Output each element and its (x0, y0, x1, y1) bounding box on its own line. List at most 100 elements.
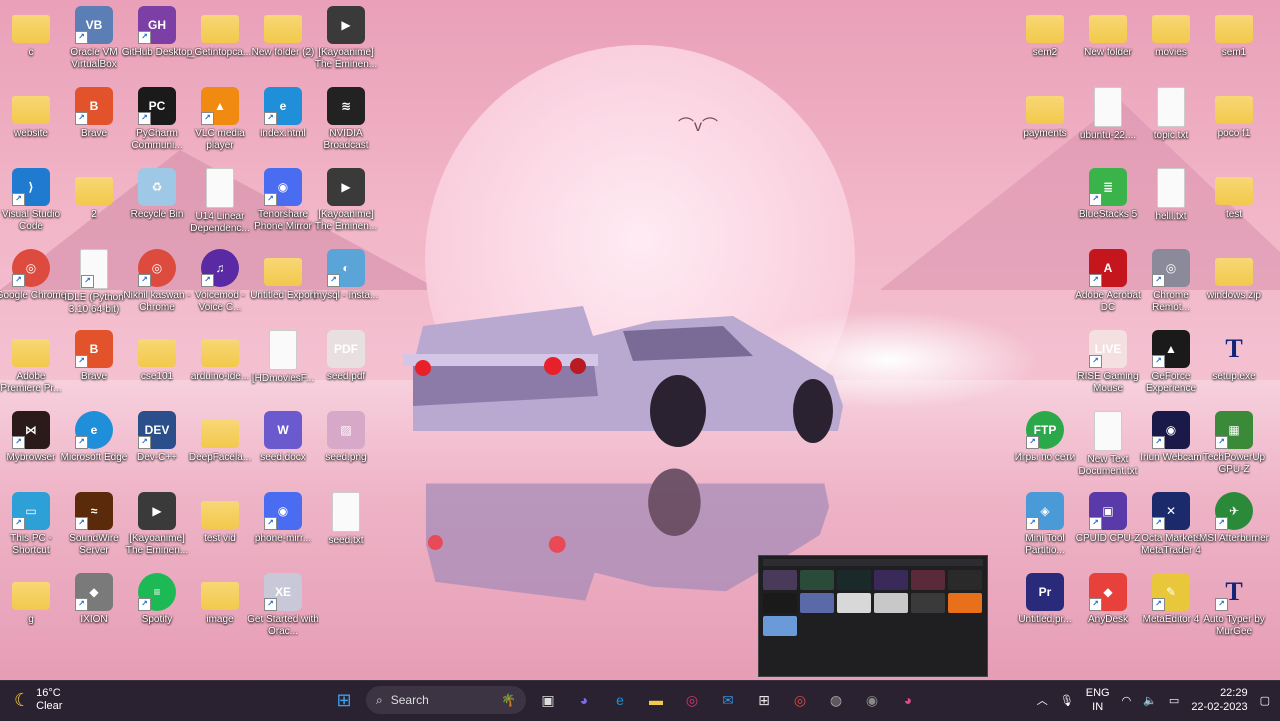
desktop-icon[interactable]: seed.txt (310, 492, 382, 547)
microphone-icon[interactable]: 🎙 (1060, 694, 1074, 707)
desktop-icon[interactable]: poco f1 (1198, 87, 1270, 140)
desktop-icon[interactable]: U14 Linear Dependenc... (184, 168, 256, 235)
desktop-icon[interactable]: ◎ ↗ Chrome Remot... (1135, 249, 1207, 314)
edge-icon[interactable]: e (606, 686, 634, 714)
desktop-icon[interactable]: ◎ ↗ Google Chrome (0, 249, 67, 302)
desktop-icon[interactable]: ▣ ↗ CPUID CPU-Z (1072, 492, 1144, 545)
desktop-icon[interactable]: helll.txt (1135, 168, 1207, 223)
desktop-icon[interactable]: B ↗ Brave (58, 87, 130, 140)
desktop-icon[interactable]: New folder (1072, 6, 1144, 59)
desktop-icon[interactable]: LIVE ↗ RISE Gaming Mouse (1072, 330, 1144, 395)
task-view-icon[interactable]: ▣ (534, 686, 562, 714)
instagram-icon[interactable]: ◎ (678, 686, 706, 714)
desktop-icon[interactable]: ubuntu-22.... (1072, 87, 1144, 142)
store-icon[interactable]: ⊞ (750, 686, 778, 714)
desktop-icon[interactable]: ✕ ↗ Octa Markets MetaTrader 4 (1135, 492, 1207, 557)
desktop-icon[interactable]: ▶ [Kayoanime] The Eminen... (310, 6, 382, 71)
battery-icon[interactable]: ▭ (1169, 694, 1179, 707)
desktop-icon[interactable]: ♻ Recycle Bin (121, 168, 193, 221)
desktop-icon[interactable]: cse101 (121, 330, 193, 383)
desktop-icon[interactable]: ✎ ↗ MetaEditor 4 (1135, 573, 1207, 626)
desktop-icon[interactable]: Adobe Premiere Pr... (0, 330, 67, 395)
file-explorer-icon[interactable]: ▬ (642, 686, 670, 714)
desktop-icon[interactable]: image (184, 573, 256, 626)
desktop-icon[interactable]: B ↗ Brave (58, 330, 130, 383)
desktop-icon[interactable]: DeepFacela... (184, 411, 256, 464)
desktop-icon[interactable]: arduino-ide... (184, 330, 256, 383)
chrome-icon[interactable]: ◎ (786, 686, 814, 714)
desktop-icon[interactable]: 2 (58, 168, 130, 221)
wifi-icon[interactable]: ◠ (1122, 694, 1132, 707)
desktop-icon[interactable]: [HDmoviesF... (247, 330, 319, 385)
desktop-icon[interactable]: New Text Document.txt (1072, 411, 1144, 478)
language-indicator[interactable]: ENG IN (1086, 686, 1110, 714)
desktop-icon[interactable]: Untitled Export (247, 249, 319, 302)
desktop-icon[interactable]: test (1198, 168, 1270, 221)
desktop-icon[interactable]: c (0, 6, 67, 59)
desktop-icon[interactable]: ▶ [Kayoanime] The Eminen... (121, 492, 193, 557)
desktop-icon[interactable]: Pr Untitled.pr... (1009, 573, 1081, 626)
desktop-icon[interactable]: New folder (2) (247, 6, 319, 59)
desktop-icon[interactable]: ◉ ↗ Iriun Webcam (1135, 411, 1207, 464)
chevron-up-icon[interactable]: ︿ (1037, 692, 1048, 708)
desktop-icon[interactable]: ◐ ↗ mysql - insta... (310, 249, 382, 302)
desktop-icon[interactable]: e ↗ index.html (247, 87, 319, 140)
desktop-icon[interactable]: _Getintopca... (184, 6, 256, 59)
desktop-icon[interactable]: test vid (184, 492, 256, 545)
desktop-icon[interactable]: ≈ ↗ SoundWire Server (58, 492, 130, 557)
desktop-icon[interactable]: GH ↗ GitHub Desktop (121, 6, 193, 59)
desktop-icon[interactable]: ♫ ↗ Voicemod - Voice C... (184, 249, 256, 314)
clock[interactable]: 22:29 22-02-2023 (1191, 686, 1247, 714)
desktop-icon[interactable]: topic.txt (1135, 87, 1207, 142)
desktop-icon[interactable]: ≣ ↗ BlueStacks 5 (1072, 168, 1144, 221)
desktop-icon[interactable]: Wseed.docx (247, 411, 319, 464)
desktop-icon[interactable]: ▲ ↗ VLC media player (184, 87, 256, 152)
desktop-icon[interactable]: Tsetup.exe (1198, 330, 1270, 383)
desktop-icon[interactable]: DEV ↗ Dev-C++ (121, 411, 193, 464)
desktop-icon[interactable]: windows.zip (1198, 249, 1270, 302)
desktop-icon[interactable]: ▨ seed.png (310, 411, 382, 464)
weather-widget[interactable]: ☾ 16°C Clear (14, 687, 62, 713)
start-button[interactable]: ⊞ (330, 686, 358, 714)
desktop-icon[interactable]: website (0, 87, 67, 140)
desktop-icon[interactable]: ▶ [Kayoanime] The Eminen... (310, 168, 382, 233)
desktop-icon[interactable]: ↗ IDLE (Python 3.10 64-bit) (58, 249, 130, 316)
desktop-icon[interactable]: ◈ ↗ Mini Tool Partitio... (1009, 492, 1081, 557)
desktop-icon[interactable]: sem1 (1198, 6, 1270, 59)
desktop-icon[interactable]: ⟩ ↗ Visual Studio Code (0, 168, 67, 233)
desktop-icon[interactable]: ⋈ ↗ Mybrowser (0, 411, 67, 464)
desktop-icon[interactable]: sem2 (1009, 6, 1081, 59)
desktop-icon[interactable]: ◆ ↗ IXION (58, 573, 130, 626)
desktop-icon[interactable]: payments (1009, 87, 1081, 140)
desktop-icon[interactable]: A ↗ Adobe Acrobat DC (1072, 249, 1144, 314)
desktop-icon[interactable]: ▲ ↗ GeForce Experience (1135, 330, 1207, 395)
folder-icon-wrap (1215, 168, 1253, 206)
taskbar-search[interactable]: ⌕ Search 🌴 (366, 686, 526, 714)
desktop-icon[interactable]: e ↗ Microsoft Edge (58, 411, 130, 464)
color-app-icon[interactable]: ◕ (894, 686, 922, 714)
desktop-icon[interactable]: PC ↗ PyCharm Communi... (121, 87, 193, 152)
desktop-icon[interactable]: ◉ ↗ Tenorshare Phone Mirror (247, 168, 319, 233)
desktop-icon[interactable]: ◆ ↗ AnyDesk (1072, 573, 1144, 626)
disk-icon[interactable]: ◍ (822, 686, 850, 714)
desktop-icon[interactable]: g (0, 573, 67, 626)
obs-icon[interactable]: ◉ (858, 686, 886, 714)
desktop-icon[interactable]: movies (1135, 6, 1207, 59)
desktop-icon[interactable]: XE ↗ Get Started with Orac... (247, 573, 319, 638)
desktop-icon[interactable]: PDF seed.pdf (310, 330, 382, 383)
desktop-icon[interactable]: ◎ ↗ Nikhil kaswan - Chrome (121, 249, 193, 314)
desktop-icon[interactable]: ✈ ↗ MSI Afterburner (1198, 492, 1270, 545)
desktop-icon[interactable]: ▦ ↗ TechPowerUp GPU-Z (1198, 411, 1270, 476)
volume-icon[interactable]: 🔈 (1143, 694, 1157, 707)
desktop-icon[interactable]: VB ↗ Oracle VM VirtualBox (58, 6, 130, 71)
notification-icon[interactable]: ▢ (1260, 694, 1270, 707)
desktop-icon[interactable]: ≡ ↗ Spotify (121, 573, 193, 626)
desktop-icon[interactable]: ◉ ↗ phone-mirr... (247, 492, 319, 545)
desktop-icon[interactable]: FTP ↗ Игры по сети (1009, 411, 1081, 464)
mail-icon[interactable]: ✉ (714, 686, 742, 714)
taskbar-window-preview[interactable] (758, 555, 988, 677)
teams-chat-icon[interactable]: ◕ (570, 686, 598, 714)
desktop-icon[interactable]: ≋ NVIDIA Broadcast (310, 87, 382, 152)
desktop-icon[interactable]: T ↗ Auto Typer by MurGee (1198, 573, 1270, 638)
desktop-icon[interactable]: ▭ ↗ This PC - Shortcut (0, 492, 67, 557)
